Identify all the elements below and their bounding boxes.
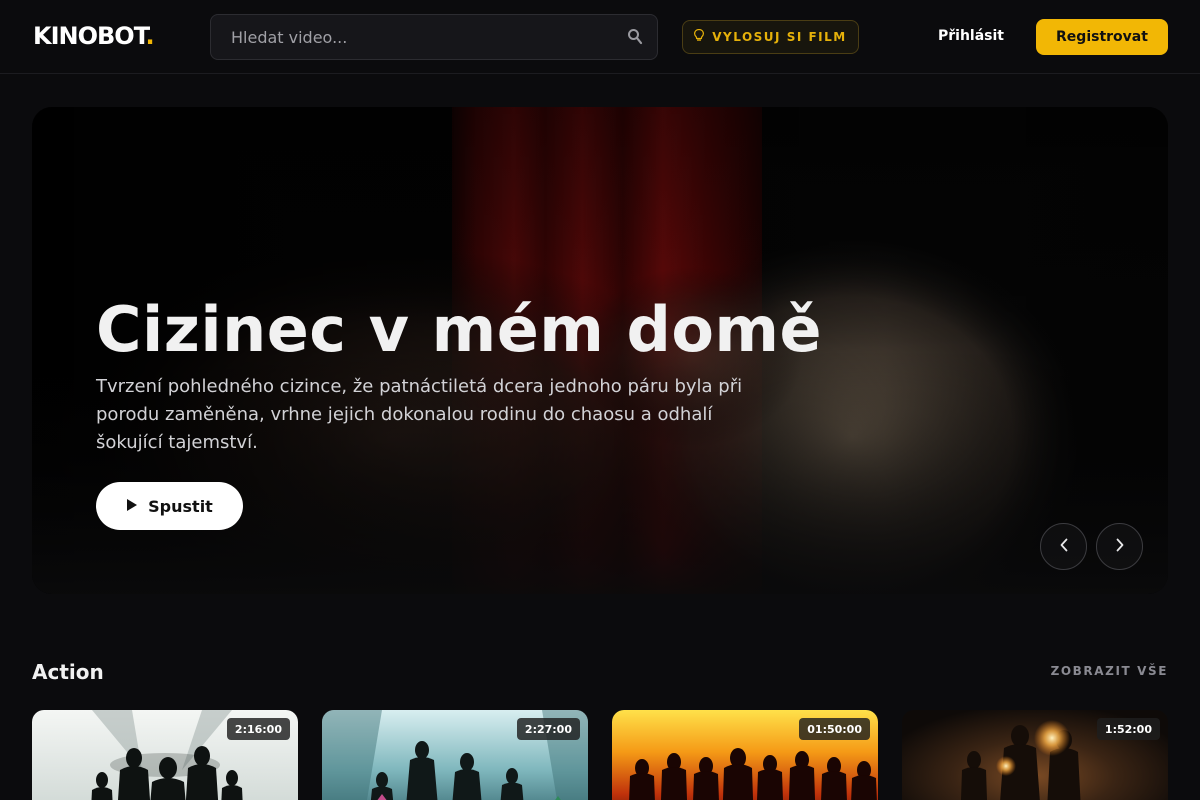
movie-card[interactable]: 1:52:00	[902, 710, 1168, 800]
chevron-right-icon	[1115, 537, 1125, 556]
search-icon[interactable]	[627, 28, 643, 46]
hero-next-button[interactable]	[1096, 523, 1143, 570]
hero-prev-button[interactable]	[1040, 523, 1087, 570]
hero-banner: Cizinec v mém domě Tvrzení pohledného ci…	[32, 107, 1168, 594]
search-input[interactable]	[211, 15, 621, 59]
logo-dot: .	[145, 22, 154, 50]
login-link[interactable]: Přihlásit	[938, 28, 1004, 44]
register-button[interactable]: Registrovat	[1036, 19, 1168, 55]
top-navbar: KINOBOT. VYLOSUJ SI FILM Přihlásit Regis…	[0, 0, 1200, 74]
hero-title: Cizinec v mém domě	[96, 293, 823, 366]
logo-text: KINOBOT	[33, 22, 146, 50]
hero-description: Tvrzení pohledného cizince, že patnáctil…	[96, 376, 743, 453]
duration-badge: 2:16:00	[226, 718, 290, 740]
chevron-left-icon	[1059, 537, 1069, 556]
duration-badge: 1:52:00	[1096, 718, 1160, 740]
view-all-link[interactable]: ZOBRAZIT VŠE	[1051, 664, 1168, 678]
kinobot-logo[interactable]: KINOBOT.	[33, 22, 155, 50]
search-box	[210, 14, 658, 60]
random-movie-label: VYLOSUJ SI FILM	[712, 30, 847, 44]
movie-card[interactable]: 01:50:00	[612, 710, 878, 800]
duration-badge: 01:50:00	[799, 718, 870, 740]
section-title: Action	[32, 660, 104, 684]
movie-card[interactable]: 2:27:00	[322, 710, 588, 800]
movie-card[interactable]: 2:16:00	[32, 710, 298, 800]
lightbulb-icon	[694, 28, 705, 45]
random-movie-button[interactable]: VYLOSUJ SI FILM	[682, 20, 859, 54]
play-label: Spustit	[148, 496, 213, 516]
play-icon	[126, 497, 138, 516]
duration-badge: 2:27:00	[516, 718, 580, 740]
play-button[interactable]: Spustit	[96, 482, 243, 530]
